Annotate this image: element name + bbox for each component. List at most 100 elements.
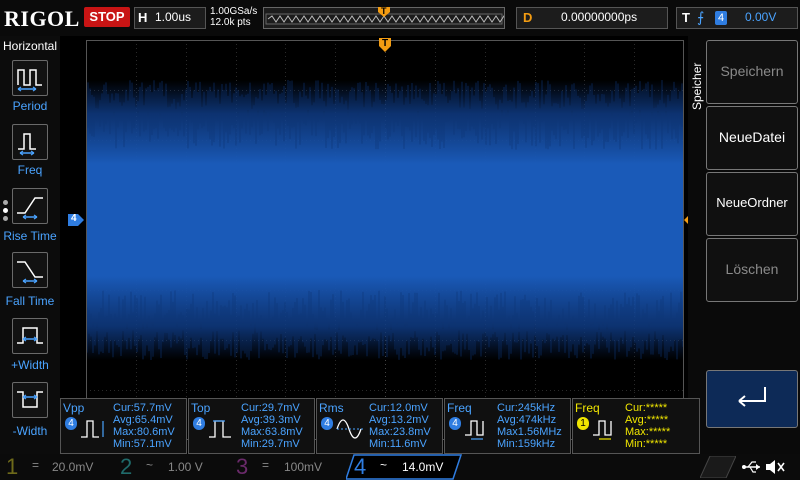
page-dot-active	[3, 208, 8, 213]
measurement-freq-ch4[interactable]: Freq 4 Cur:245kHz Avg:474kHz Max1.56MHz …	[444, 398, 571, 454]
measurement-channel-badge: 1	[577, 417, 589, 430]
measurement-vpp[interactable]: Vpp 4 Cur:57.7mV Avg:65.4mV Max:80.6mV M…	[60, 398, 187, 454]
top-status-bar: RIGOL STOP H 1.00us 1.00GSa/s 12.0k pts …	[0, 0, 800, 36]
measurement-min: Min:57.1mV	[113, 438, 172, 450]
measurement-channel-badge: 4	[193, 417, 205, 430]
positive-width-button[interactable]	[12, 318, 48, 354]
save-button-label: Speichern	[720, 63, 784, 79]
measurement-channel-badge: 4	[321, 417, 333, 430]
measure-menu: Horizontal Period Freq Rise Time Fall Ti…	[0, 36, 60, 454]
new-file-label: NeueDatei	[718, 129, 786, 145]
channel2-scale: 1.00 V	[168, 460, 203, 474]
measurement-min: Min:11.6mV	[369, 438, 427, 450]
save-button[interactable]: Speichern	[706, 40, 798, 104]
positive-width-icon	[17, 327, 43, 344]
page-dot	[3, 216, 8, 221]
frequency-label: Freq	[17, 163, 43, 177]
period-label: Period	[12, 99, 48, 113]
frequency-measure-icon	[465, 420, 484, 440]
rise-time-button[interactable]	[12, 188, 48, 224]
measurement-name: Top	[191, 401, 211, 415]
trigger-box[interactable]: T ⨍ 4 0.00V	[676, 7, 798, 29]
channel4-offset-label: 4	[71, 213, 77, 224]
measurement-cur: Cur:29.7mV	[241, 402, 300, 414]
rise-time-icon	[17, 197, 43, 220]
timebase-value: 1.00us	[155, 10, 192, 24]
measurement-top[interactable]: Top 4 Cur:29.7mV Avg:39.3mV Max:63.8mV M…	[188, 398, 315, 454]
delete-label: Löschen	[725, 261, 779, 277]
channel1-scale: 20.0mV	[52, 460, 94, 474]
measurement-avg: Avg:*****	[625, 414, 669, 426]
period-button[interactable]	[12, 60, 48, 96]
measurement-cur: Cur:12.0mV	[369, 402, 428, 414]
measurement-name: Rms	[319, 401, 344, 415]
channel4-tab[interactable]: 4 ~ 14.0mV	[346, 454, 462, 480]
measurement-name: Freq	[575, 401, 600, 415]
channel4-coupling: ~	[380, 458, 388, 472]
new-file-button[interactable]: NeueDatei	[706, 106, 798, 170]
new-folder-label: NeueOrdner	[716, 195, 788, 210]
measurement-avg: Avg:65.4mV	[113, 414, 173, 426]
measurement-avg: Avg:39.3mV	[241, 414, 301, 426]
measurement-cur: Cur:*****	[625, 402, 668, 414]
channel2-tab[interactable]: 2 ~ 1.00 V	[116, 454, 228, 480]
measurement-channel-badge: 4	[449, 417, 461, 430]
channel4-scale: 14.0mV	[402, 460, 444, 474]
return-arrow-icon	[738, 387, 766, 407]
measurement-channel-badge: 4	[65, 417, 77, 430]
rms-icon	[336, 419, 365, 439]
frequency-measure-icon	[593, 420, 612, 440]
channel3-tab[interactable]: 3 = 100mV	[232, 454, 344, 480]
rise-time-label: Rise Time	[3, 229, 57, 243]
fall-time-button[interactable]	[12, 252, 48, 288]
measurement-max: Max:23.8mV	[369, 426, 431, 438]
trigger-level-value: 0.00V	[745, 10, 777, 24]
measurement-avg: Avg:13.2mV	[369, 414, 429, 426]
measurement-cur: Cur:245kHz	[497, 402, 556, 414]
delete-button[interactable]: Löschen	[706, 238, 798, 302]
channel3-number: 3	[236, 454, 249, 479]
measurement-name: Vpp	[63, 401, 85, 415]
channel1-coupling: =	[32, 458, 40, 472]
negative-width-icon	[17, 391, 43, 408]
negative-width-button[interactable]	[12, 382, 48, 418]
vpp-icon	[81, 420, 104, 438]
measurement-min: Min:29.7mV	[241, 438, 300, 450]
brand-logo: RIGOL	[4, 6, 80, 31]
sample-rate: 1.00GSa/s	[210, 6, 258, 17]
measurement-cur: Cur:57.7mV	[113, 402, 172, 414]
timebase-box[interactable]: H 1.00us	[134, 7, 206, 29]
page-dot	[3, 200, 8, 205]
waveform-overview-bar[interactable]: T	[263, 6, 533, 29]
new-folder-button[interactable]: NeueOrdner	[706, 172, 798, 236]
period-icon	[17, 69, 42, 92]
measurement-rms[interactable]: Rms 4 Cur:12.0mV Avg:13.2mV Max:23.8mV M…	[316, 398, 443, 454]
measure-menu-title: Horizontal	[3, 39, 58, 53]
graticule	[85, 40, 684, 440]
run-stop-indicator[interactable]: STOP	[84, 7, 130, 27]
delay-value: 0.00000000ps	[561, 10, 638, 24]
channel1-number: 1	[6, 454, 19, 479]
frequency-button[interactable]	[12, 124, 48, 160]
measurement-max: Max:*****	[625, 426, 671, 438]
waveform-display[interactable]: T	[85, 38, 684, 440]
trigger-position-label: T	[381, 6, 387, 16]
measurement-freq-ch1[interactable]: Freq 1 Cur:***** Avg:***** Max:***** Min…	[572, 398, 700, 454]
fall-time-icon	[17, 261, 43, 284]
measurement-avg: Avg:474kHz	[497, 414, 557, 426]
channel2-coupling: ~	[146, 458, 154, 472]
storage-menu: Speicher Speichern NeueDatei NeueOrdner …	[688, 36, 800, 454]
fall-time-label: Fall Time	[5, 294, 55, 308]
measurement-min: Min:159kHz	[497, 438, 556, 450]
positive-width-label: +Width	[11, 358, 49, 372]
frequency-icon	[18, 133, 36, 156]
storage-menu-title: Speicher	[690, 46, 704, 110]
return-button[interactable]	[706, 370, 798, 428]
rising-edge-icon: ⨍	[697, 9, 705, 25]
speaker-muted-icon[interactable]	[764, 458, 786, 476]
channel3-coupling: =	[262, 458, 270, 472]
trigger-label: T	[682, 10, 690, 25]
delay-box[interactable]: D 0.00000000ps	[516, 7, 668, 29]
memory-depth: 12.0k pts	[210, 17, 251, 28]
channel1-tab[interactable]: 1 = 20.0mV	[0, 454, 112, 480]
